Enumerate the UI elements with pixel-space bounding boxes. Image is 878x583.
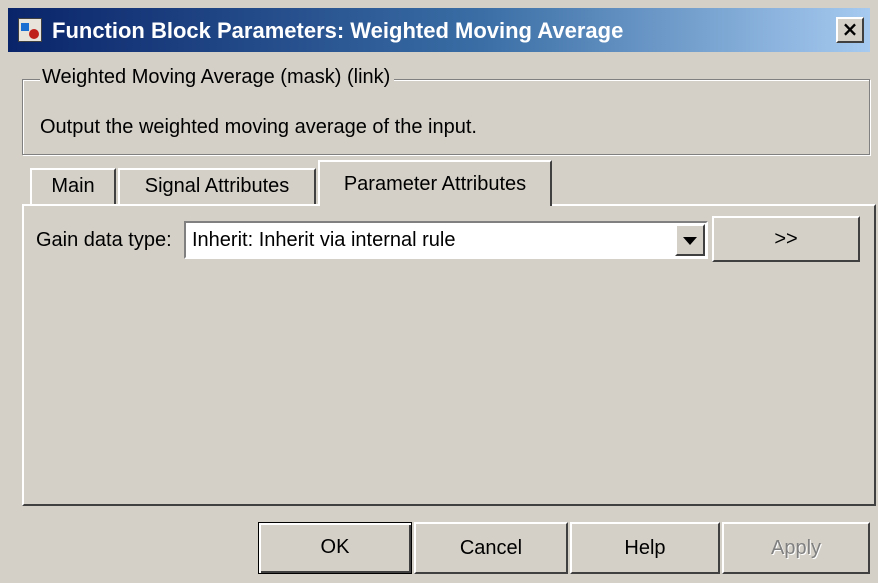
gain-data-type-select[interactable]: Inherit: Inherit via internal rule (184, 221, 708, 259)
gain-data-type-value: Inherit: Inherit via internal rule (192, 229, 456, 251)
cancel-button[interactable]: Cancel (414, 522, 568, 574)
chevron-down-icon[interactable] (675, 224, 705, 256)
dialog-window: Function Block Parameters: Weighted Movi… (0, 0, 878, 583)
block-description: Output the weighted moving average of th… (40, 116, 477, 138)
tab-main[interactable]: Main (30, 168, 116, 204)
ok-button[interactable]: OK (258, 522, 412, 574)
tab-parameter-attributes[interactable]: Parameter Attributes (318, 160, 552, 206)
window-title: Function Block Parameters: Weighted Movi… (52, 18, 624, 43)
simulink-block-icon (18, 18, 42, 42)
apply-button[interactable]: Apply (722, 522, 870, 574)
close-icon: × (841, 17, 859, 41)
close-button[interactable]: × (836, 17, 864, 43)
gain-data-type-label: Gain data type: (36, 229, 172, 251)
help-button[interactable]: Help (570, 522, 720, 574)
tab-signal-attributes[interactable]: Signal Attributes (118, 168, 316, 204)
data-type-assistant-button[interactable]: >> (712, 216, 860, 262)
title-bar[interactable]: Function Block Parameters: Weighted Movi… (8, 8, 870, 52)
group-title: Weighted Moving Average (mask) (link) (40, 66, 395, 89)
